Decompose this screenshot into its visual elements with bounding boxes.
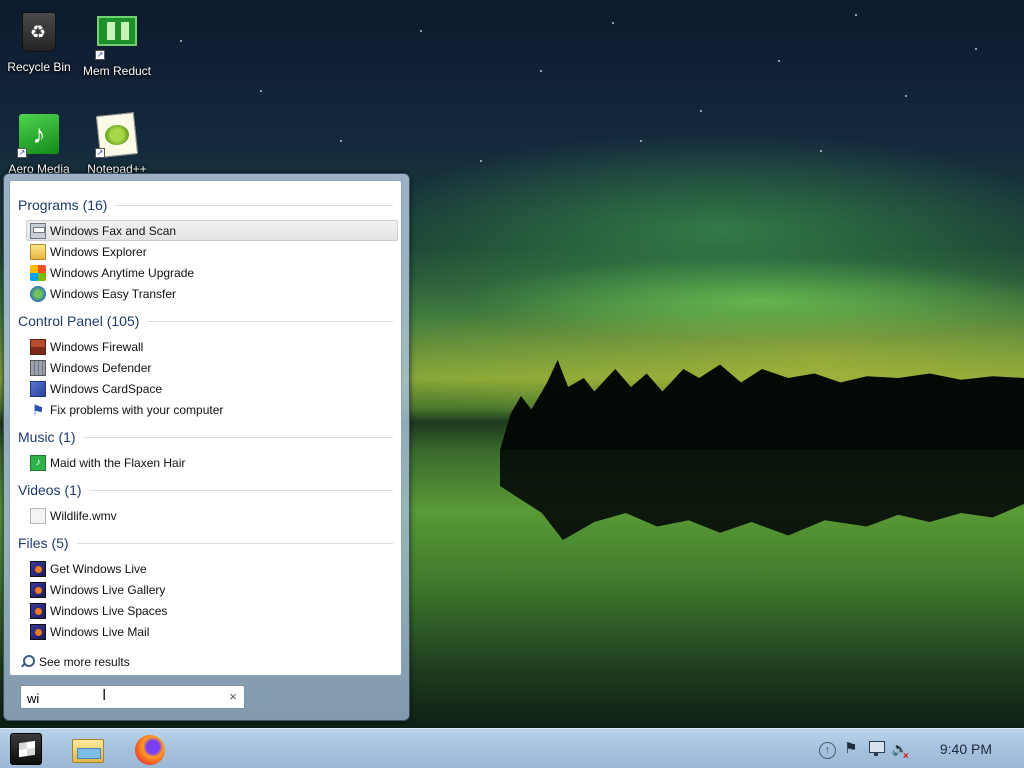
group-header-programs: Programs (16) [18, 195, 393, 215]
action-center-flag-icon[interactable]: ⚑ [840, 738, 862, 760]
group-header-control-panel: Control Panel (105) [18, 311, 393, 331]
group-header-videos: Videos (1) [18, 480, 393, 500]
result-windows-live-mail[interactable]: Windows Live Mail [26, 621, 398, 642]
folder-icon [30, 243, 46, 260]
easy-transfer-icon [30, 285, 46, 302]
result-windows-explorer[interactable]: Windows Explorer [26, 241, 398, 262]
taskbar: ↑ ⚑ 🔈 × 9:40 PM [0, 728, 1024, 768]
result-windows-defender[interactable]: Windows Defender [26, 357, 398, 378]
search-results-pane: Programs (16) Windows Fax and Scan Windo… [9, 180, 402, 676]
folder-icon [72, 739, 104, 763]
taskbar-firefox[interactable] [133, 733, 169, 765]
music-file-icon: ♪ [30, 454, 46, 471]
shortcut-arrow-icon: ↗ [95, 148, 105, 158]
desktop-icon-aero-media[interactable]: ♪ ↗ Aero Media [1, 114, 77, 176]
desktop-icon-notepad-plus-plus[interactable]: ↗ Notepad++ [79, 112, 155, 176]
result-get-windows-live[interactable]: Get Windows Live [26, 558, 398, 579]
firewall-icon [30, 338, 46, 355]
result-windows-live-spaces[interactable]: Windows Live Spaces [26, 600, 398, 621]
fax-icon [30, 222, 46, 239]
windows-logo-icon [30, 264, 46, 281]
desktop-icon-label: Recycle Bin [7, 60, 71, 74]
desktop-icon-label: Mem Reduct [82, 64, 152, 78]
group-header-files: Files (5) [18, 533, 393, 553]
result-maid-with-the-flaxen-hair[interactable]: ♪ Maid with the Flaxen Hair [26, 452, 398, 473]
clear-search-button[interactable]: × [224, 687, 242, 707]
desktop-icon-mem-reduct[interactable]: ↗ Mem Reduct [79, 10, 155, 78]
result-wildlife-wmv[interactable]: Wildlife.wmv [26, 505, 398, 526]
search-icon [20, 655, 35, 669]
network-icon[interactable] [866, 738, 888, 760]
recycle-bin-icon [17, 12, 61, 56]
clock[interactable]: 9:40 PM [940, 741, 992, 757]
group-header-music: Music (1) [18, 427, 393, 447]
windows-live-icon [30, 560, 46, 577]
notepad-plus-plus-icon: ↗ [95, 112, 139, 158]
start-search-input[interactable] [20, 685, 245, 709]
windows-live-icon [30, 623, 46, 640]
start-button[interactable] [10, 733, 42, 765]
see-more-results-link[interactable]: See more results [20, 655, 130, 669]
show-hidden-icons-icon[interactable]: ↑ [818, 741, 836, 759]
result-windows-cardspace[interactable]: Windows CardSpace [26, 378, 398, 399]
windows-live-icon [30, 602, 46, 619]
result-windows-easy-transfer[interactable]: Windows Easy Transfer [26, 283, 398, 304]
shortcut-arrow-icon: ↗ [95, 50, 105, 60]
mem-reduct-icon: ↗ [95, 16, 139, 60]
desktop-icon-recycle-bin[interactable]: Recycle Bin [1, 10, 77, 74]
cardspace-icon [30, 380, 46, 397]
result-windows-firewall[interactable]: Windows Firewall [26, 336, 398, 357]
text-cursor-icon: I [102, 687, 107, 704]
result-windows-fax-and-scan[interactable]: Windows Fax and Scan [26, 220, 398, 241]
music-note-icon: ♪ ↗ [17, 114, 61, 158]
defender-icon [30, 359, 46, 376]
firefox-icon [135, 735, 165, 765]
taskbar-windows-explorer[interactable] [70, 733, 106, 765]
volume-muted-icon[interactable]: 🔈 × [892, 738, 914, 762]
video-file-icon [30, 507, 46, 524]
flag-icon: ⚑ [31, 401, 45, 418]
windows-live-icon [30, 581, 46, 598]
result-fix-problems[interactable]: ⚑ Fix problems with your computer [26, 399, 398, 420]
result-windows-live-gallery[interactable]: Windows Live Gallery [26, 579, 398, 600]
result-windows-anytime-upgrade[interactable]: Windows Anytime Upgrade [26, 262, 398, 283]
shortcut-arrow-icon: ↗ [17, 148, 27, 158]
windows-logo-icon [19, 740, 35, 758]
system-tray: ↑ ⚑ 🔈 × 9:40 PM [815, 729, 1024, 768]
start-menu: Programs (16) Windows Fax and Scan Windo… [3, 173, 410, 721]
